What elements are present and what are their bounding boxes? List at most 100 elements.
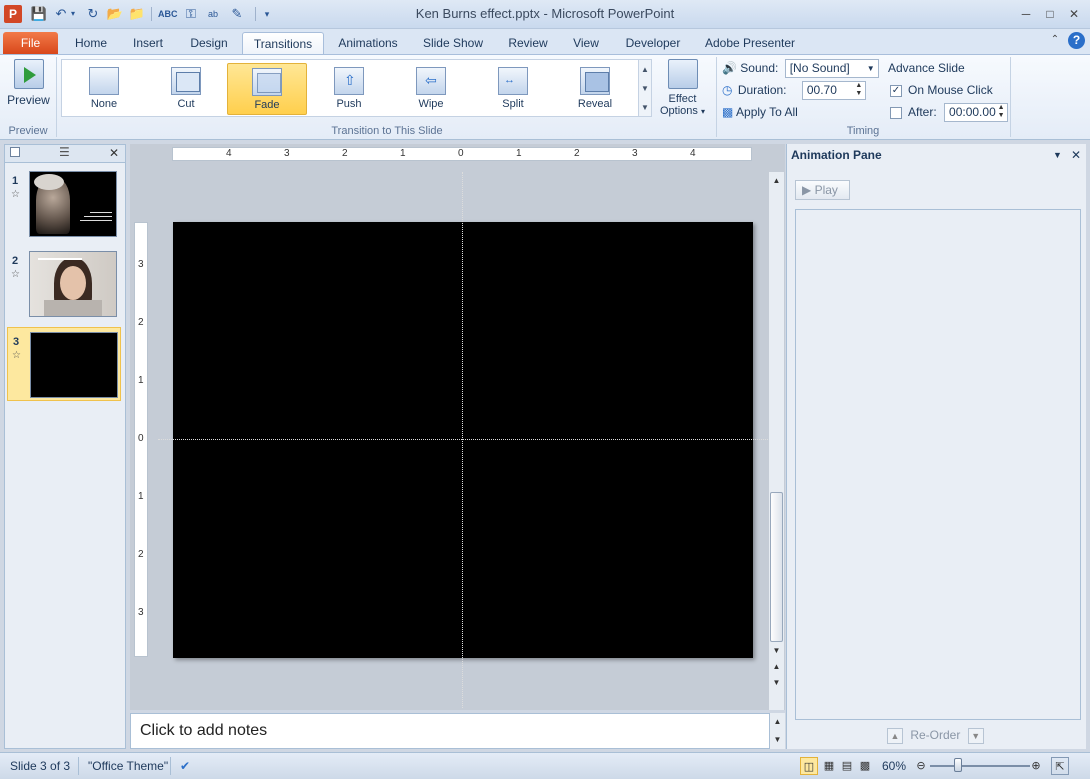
notes-pane[interactable]: Click to add notes [130,713,770,749]
after-value: 00:00.00 [949,105,996,120]
transition-group-label: Transition to This Slide [331,125,443,137]
tab-view[interactable]: View [568,32,604,54]
notes-scrollbar[interactable]: ▲ ▼ [770,713,785,749]
ruler-tick-label: 2 [138,549,144,560]
animation-list[interactable] [795,209,1081,720]
transition-wipe[interactable]: ⇦ Wipe [391,63,471,115]
slides-pane: ☰ ✕ 1 ☆ 2 ☆ 3 ☆ [4,144,126,749]
scroll-down-icon[interactable]: ▼ [770,733,785,747]
apply-to-all-button[interactable]: ▩ Apply To All [722,102,798,122]
scroll-up-icon[interactable]: ▲ [769,174,784,188]
transition-split[interactable]: ↔ Split [473,63,553,115]
transition-reveal[interactable]: Reveal [555,63,635,115]
minimize-ribbon-icon[interactable]: ⌃ [1048,33,1062,47]
effect-options-button[interactable]: Effect Options ▾ [655,59,710,121]
close-pane-icon[interactable]: ✕ [109,146,119,160]
zoom-slider[interactable] [930,765,1030,767]
transition-push[interactable]: ⇧ Push [309,63,389,115]
outline-tab-icon[interactable]: ☰ [59,145,70,159]
slide-vertical-scrollbar[interactable]: ▲ ▼ ▲ ▼ [769,172,784,710]
slides-tab-icon[interactable] [10,147,20,157]
spell-check-icon[interactable]: ✔ [180,758,190,774]
gallery-scroll: ▲ ▼ ▼ [638,59,652,117]
previous-slide-icon[interactable]: ▲ [769,660,784,674]
advance-slide-label: Advance Slide [888,61,965,75]
slide-sorter-icon[interactable]: ▦ [820,757,838,775]
ruler-tick-label: 3 [138,607,144,618]
tab-insert[interactable]: Insert [126,32,170,54]
close-icon[interactable]: ✕ [1063,5,1085,23]
maximize-icon[interactable]: □ [1039,5,1061,23]
vertical-guide[interactable] [462,172,463,708]
gallery-down-icon[interactable]: ▼ [639,79,651,98]
slide-thumbnail-1[interactable]: 1 ☆ [7,167,121,241]
after-label: After: [908,105,937,119]
duration-input[interactable]: 00.70 ▲ ▼ [801,81,866,101]
tab-home[interactable]: Home [70,32,112,54]
after-row: After: 00:00.00 ▲ ▼ [890,102,1009,123]
on-mouse-click-row[interactable]: ✓ On Mouse Click [890,80,993,100]
scroll-down-icon[interactable]: ▼ [769,644,784,658]
transition-fade[interactable]: Fade [227,63,307,115]
pane-options-icon[interactable]: ▼ [1053,144,1062,166]
tab-slide-show[interactable]: Slide Show [420,32,486,54]
tab-file[interactable]: File [3,32,58,54]
after-input[interactable]: 00:00.00 ▲ ▼ [944,103,1009,123]
tab-adobe-presenter[interactable]: Adobe Presenter [702,32,798,54]
fade-transition-icon [252,68,282,96]
window-title: Ken Burns effect.pptx - Microsoft PowerP… [415,6,675,21]
slide-1-preview [29,171,117,237]
theme-status[interactable]: "Office Theme" [88,758,168,774]
reading-view-icon[interactable]: ▤ [838,757,856,775]
duration-spinner-icon[interactable]: ▲ ▼ [853,82,865,99]
gallery-more-icon[interactable]: ▼ [639,98,651,117]
current-slide-canvas[interactable] [173,222,753,658]
tab-design[interactable]: Design [184,32,234,54]
transition-label: Push [336,98,362,110]
gallery-up-icon[interactable]: ▲ [639,60,651,79]
transition-cut[interactable]: Cut [146,63,226,115]
transition-label: Reveal [577,98,613,110]
ruler-tick-label: 1 [138,491,144,502]
on-mouse-click-checkbox[interactable]: ✓ [890,84,902,97]
zoom-out-icon[interactable]: ⊖ [912,757,930,775]
slide-thumbnail-2[interactable]: 2 ☆ [7,247,121,321]
wipe-transition-icon: ⇦ [416,67,446,95]
zoom-slider-handle[interactable] [954,758,962,772]
preview-button[interactable]: Preview [6,59,51,115]
group-separator [716,57,717,137]
tab-review[interactable]: Review [504,32,552,54]
move-down-icon[interactable]: ▼ [967,727,984,744]
animation-pane-header: Animation Pane ▼ ✕ [787,144,1086,166]
after-checkbox[interactable] [890,106,902,119]
after-spinner-icon[interactable]: ▲ ▼ [995,104,1007,121]
sound-value: [No Sound] [789,61,850,76]
tab-transitions[interactable]: Transitions [242,32,324,54]
zoom-level[interactable]: 60% [882,758,906,774]
transition-gallery: None Cut Fade ⇧ Push ⇦ Wipe ↔ Split Reve… [61,59,639,117]
slide-number: 3 [13,336,20,348]
slide-show-icon[interactable]: ▩ [856,757,874,775]
play-button[interactable]: ▶ Play [795,180,850,200]
sound-select[interactable]: [No Sound] ▼ [784,59,879,79]
reorder-controls: ▲ Re-Order ▼ [887,726,984,744]
fit-to-window-icon[interactable]: ⇱ [1051,757,1069,775]
minimize-icon[interactable]: ─ [1015,5,1037,23]
group-separator [1010,57,1011,137]
effect-options-icon [667,59,698,89]
help-icon[interactable]: ? [1068,32,1085,49]
zoom-in-icon[interactable]: ⊕ [1027,757,1045,775]
tab-animations[interactable]: Animations [334,32,402,54]
slide-thumbnail-3[interactable]: 3 ☆ [7,327,121,401]
close-pane-icon[interactable]: ✕ [1071,144,1081,166]
normal-view-icon[interactable]: ◫ [800,757,818,775]
tab-developer[interactable]: Developer [622,32,684,54]
notes-placeholder[interactable]: Click to add notes [140,722,267,740]
scroll-thumb[interactable] [770,492,783,642]
scroll-up-icon[interactable]: ▲ [770,715,785,729]
preview-icon [13,59,44,89]
transition-none[interactable]: None [64,63,144,115]
horizontal-guide[interactable] [158,439,770,440]
move-up-icon[interactable]: ▲ [887,727,903,744]
next-slide-icon[interactable]: ▼ [769,676,784,690]
